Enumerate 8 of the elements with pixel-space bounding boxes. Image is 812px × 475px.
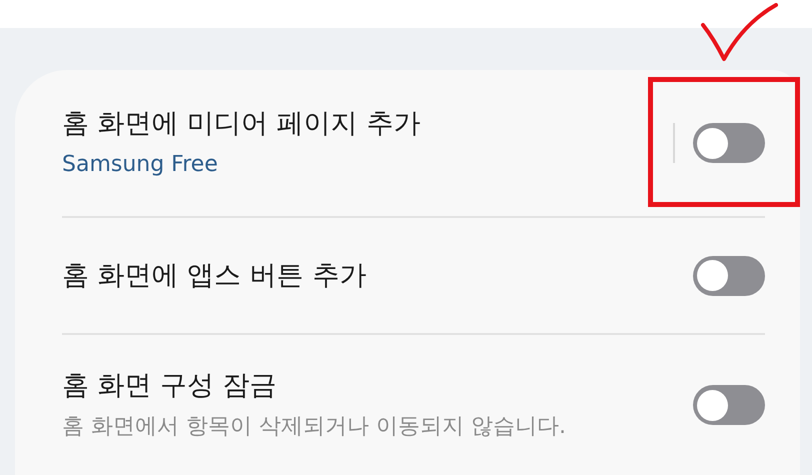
toggle-switch[interactable] [693, 256, 765, 296]
setting-link[interactable]: Samsung Free [62, 151, 673, 179]
toggle-switch[interactable] [693, 385, 765, 425]
setting-title: 홈 화면에 앱스 버튼 추가 [62, 258, 368, 292]
toggle-switch[interactable] [693, 123, 765, 163]
setting-description: 홈 화면에서 항목이 삭제되거나 이동되지 않습니다. [62, 413, 567, 441]
setting-title: 홈 화면에 미디어 페이지 추가 [62, 107, 422, 142]
setting-title: 홈 화면 구성 잠금 [62, 369, 278, 404]
